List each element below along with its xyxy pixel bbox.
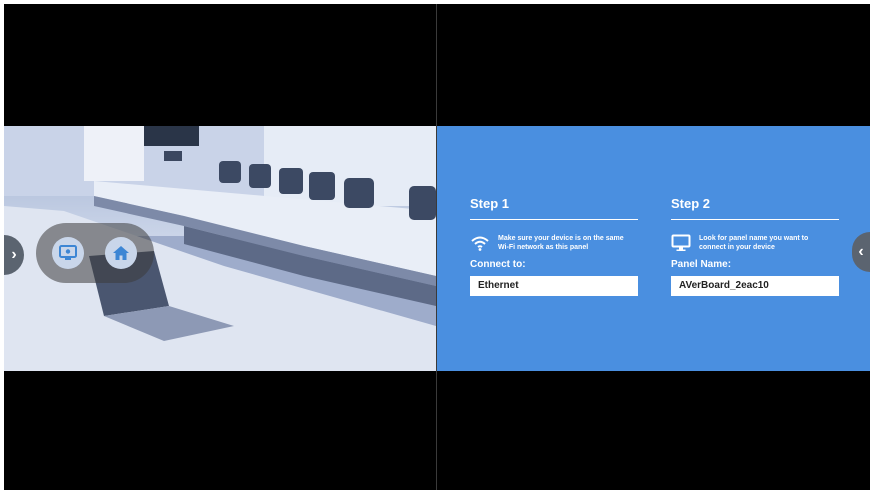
screen-share-icon	[59, 245, 77, 260]
connection-instructions-panel: Step 1 Make sure your device is on the s…	[437, 126, 870, 371]
chevron-left-icon: ‹	[858, 243, 864, 260]
wifi-icon	[471, 236, 489, 251]
screen: › Step 1 Make sure your device is on the…	[4, 4, 870, 490]
step-2-description-line-2: connect in your device	[699, 244, 775, 251]
step-1-divider	[470, 219, 638, 220]
panel-name-label: Panel Name:	[671, 259, 732, 270]
step-1-description-line-1: Make sure your device is on the same	[498, 235, 624, 242]
panel-name-value: AVerBoard_2eac10	[671, 276, 839, 296]
step-1-description: Make sure your device is on the same Wi-…	[498, 234, 624, 252]
step-1-description-line-2: Wi-Fi network as this panel	[498, 244, 589, 251]
home-icon	[113, 246, 129, 260]
home-button[interactable]	[105, 237, 137, 269]
connect-to-value: Ethernet	[470, 276, 638, 296]
connect-to-label: Connect to:	[470, 259, 526, 270]
step-2-divider	[671, 219, 839, 220]
step-2-title: Step 2	[671, 196, 711, 211]
step-2-description-line-1: Look for panel name you want to	[699, 235, 809, 242]
chevron-right-icon: ›	[11, 246, 17, 263]
step-2-description: Look for panel name you want to connect …	[699, 234, 808, 252]
screen-share-button[interactable]	[52, 237, 84, 269]
step-1-title: Step 1	[470, 196, 510, 211]
monitor-icon	[671, 234, 691, 251]
